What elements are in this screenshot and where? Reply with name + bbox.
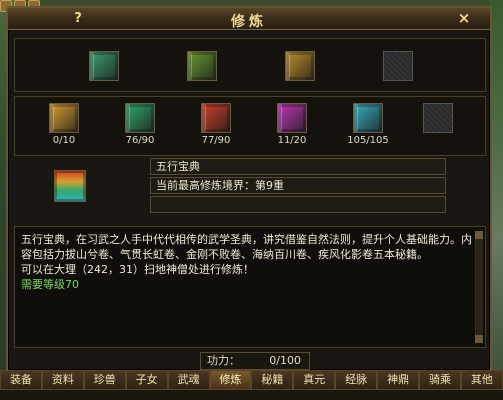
cultivation-realm: 当前最高修炼境界：第9重 (150, 177, 446, 194)
scroll-count: 105/105 (347, 135, 389, 146)
window-title: 修炼 (231, 14, 267, 30)
book-green-icon[interactable] (187, 51, 217, 81)
empty-slot[interactable] (383, 51, 413, 81)
scroll-green-icon[interactable] (125, 103, 155, 133)
scroll-red-icon[interactable] (201, 103, 231, 133)
scroll-up-arrow[interactable] (475, 231, 483, 239)
scroll-count: 77/90 (201, 135, 231, 146)
tab-0[interactable]: 装备 (0, 370, 42, 390)
scroll-down-arrow[interactable] (475, 335, 483, 343)
bottom-tab-bar: 装备 资料 珍兽 子女 武魂 修炼 秘籍 真元 经脉 神鼎 骑乘 其他 (0, 370, 503, 390)
tab-9[interactable]: 神鼎 (377, 370, 420, 390)
tab-4[interactable]: 武魂 (167, 370, 210, 390)
scroll-yellow-icon[interactable] (49, 103, 79, 133)
tab-2[interactable]: 珍兽 (83, 370, 126, 390)
book-name: 五行宝典 (150, 158, 446, 175)
scroll-count: 11/20 (277, 135, 307, 146)
scroll-count: 0/10 (52, 135, 76, 146)
scroll-purple-icon[interactable] (277, 103, 307, 133)
tab-11[interactable]: 其他 (460, 370, 503, 390)
description-box: 五行宝典，在习武之人手中代代相传的武学圣典，讲究借鉴自然法则，提升个人基础能力。… (14, 226, 486, 348)
power-value: 0/100 (269, 354, 301, 367)
power-row: 功力： 0/100 (200, 352, 310, 370)
top-item-panel (14, 38, 486, 92)
book-gold-icon[interactable] (285, 51, 315, 81)
scroll-cyan-icon[interactable] (353, 103, 383, 133)
description-text: 五行宝典，在习武之人手中代代相传的武学圣典，讲究借鉴自然法则，提升个人基础能力。… (21, 233, 472, 261)
scroll-panel: 0/10 76/90 77/90 11/20 105/105 (14, 96, 486, 156)
tab-3[interactable]: 子女 (125, 370, 168, 390)
scroll-count: 76/90 (125, 135, 155, 146)
power-label: 功力： (207, 354, 240, 367)
tab-5[interactable]: 修炼 (209, 370, 252, 390)
empty-slot[interactable] (423, 103, 453, 133)
close-button[interactable]: × (456, 10, 472, 26)
tab-10[interactable]: 骑乘 (419, 370, 461, 390)
description-scrollbar[interactable] (475, 231, 483, 343)
tab-7[interactable]: 真元 (293, 370, 336, 390)
selected-book-icon[interactable] (54, 170, 86, 202)
title-bar[interactable]: ? 修炼 × (8, 8, 490, 30)
bottom-strip (0, 390, 503, 400)
cultivation-window: ? 修炼 × 0/10 76/90 77/90 11/20 105/105 五行… (6, 6, 492, 372)
tab-8[interactable]: 经脉 (335, 370, 378, 390)
selected-info: 五行宝典 当前最高修炼境界：第9重 (150, 158, 446, 215)
book-teal-icon[interactable] (89, 51, 119, 81)
tab-1[interactable]: 资料 (41, 370, 84, 390)
info-extra (150, 196, 446, 213)
level-requirement: 需要等级70 (21, 278, 79, 291)
location-text: 可以在大理（242，31）扫地神僧处进行修炼！ (21, 263, 254, 276)
tab-6[interactable]: 秘籍 (251, 370, 294, 390)
